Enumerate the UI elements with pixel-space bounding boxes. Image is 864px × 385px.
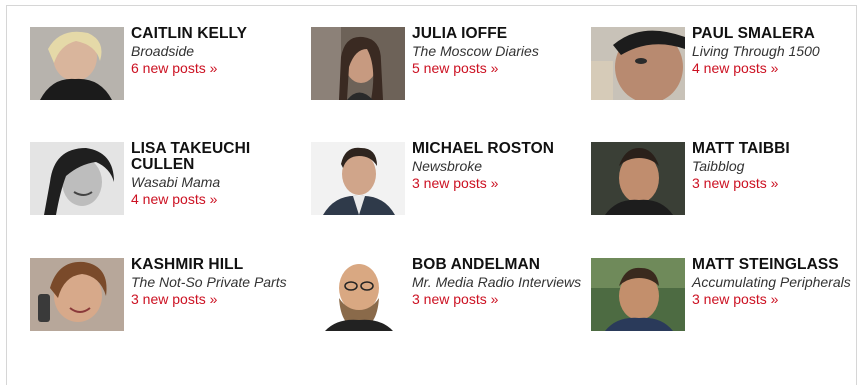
new-posts-link[interactable]: 6 new posts » bbox=[131, 60, 217, 77]
new-posts-link[interactable]: 4 new posts » bbox=[692, 60, 778, 77]
blogger-card: JULIA IOFFE The Moscow Diaries 5 new pos… bbox=[311, 26, 571, 137]
new-posts-link[interactable]: 3 new posts » bbox=[692, 175, 778, 192]
blogger-name[interactable]: MICHAEL ROSTON bbox=[412, 141, 582, 157]
blog-title[interactable]: Accumulating Peripherals bbox=[692, 274, 862, 290]
blogger-info: MICHAEL ROSTON Newsbroke 3 new posts » bbox=[412, 141, 582, 193]
new-posts-link[interactable]: 3 new posts » bbox=[412, 291, 498, 308]
blogger-card: CAITLIN KELLY Broadside 6 new posts » bbox=[30, 26, 290, 137]
blogger-name[interactable]: BOB ANDELMAN bbox=[412, 257, 582, 273]
blogger-name[interactable]: MATT TAIBBI bbox=[692, 141, 862, 157]
michael-roston-photo[interactable] bbox=[311, 142, 405, 215]
blogger-name[interactable]: PAUL SMALERA bbox=[692, 26, 862, 42]
blogger-card: MATT TAIBBI Taibblog 3 new posts » bbox=[591, 141, 851, 252]
blogger-card: LISA TAKEUCHI CULLEN Wasabi Mama 4 new p… bbox=[30, 141, 290, 252]
blogger-info: LISA TAKEUCHI CULLEN Wasabi Mama 4 new p… bbox=[131, 141, 301, 209]
blogger-info: JULIA IOFFE The Moscow Diaries 5 new pos… bbox=[412, 26, 582, 78]
bob-andelman-photo[interactable] bbox=[311, 258, 405, 331]
new-posts-link[interactable]: 3 new posts » bbox=[692, 291, 778, 308]
blogger-info: MATT STEINGLASS Accumulating Peripherals… bbox=[692, 257, 862, 309]
blogger-info: CAITLIN KELLY Broadside 6 new posts » bbox=[131, 26, 301, 78]
blogger-name[interactable]: JULIA IOFFE bbox=[412, 26, 582, 42]
blogger-card: PAUL SMALERA Living Through 1500 4 new p… bbox=[591, 26, 851, 137]
kashmir-hill-photo[interactable] bbox=[30, 258, 124, 331]
new-posts-link[interactable]: 4 new posts » bbox=[131, 191, 217, 208]
new-posts-link[interactable]: 5 new posts » bbox=[412, 60, 498, 77]
caitlin-kelly-photo[interactable] bbox=[30, 27, 124, 100]
blogger-info: BOB ANDELMAN Mr. Media Radio Interviews … bbox=[412, 257, 582, 309]
blogger-card: KASHMIR HILL The Not-So Private Parts 3 … bbox=[30, 257, 290, 368]
blog-title[interactable]: Wasabi Mama bbox=[131, 174, 301, 190]
blogger-card: MICHAEL ROSTON Newsbroke 3 new posts » bbox=[311, 141, 571, 252]
blog-title[interactable]: Mr. Media Radio Interviews bbox=[412, 274, 582, 290]
paul-smalera-photo[interactable] bbox=[591, 27, 685, 100]
blogger-name[interactable]: CAITLIN KELLY bbox=[131, 26, 301, 42]
blogger-grid: CAITLIN KELLY Broadside 6 new posts » JU… bbox=[0, 0, 864, 381]
blog-title[interactable]: The Moscow Diaries bbox=[412, 43, 582, 59]
blogger-name[interactable]: MATT STEINGLASS bbox=[692, 257, 862, 273]
lisa-takeuchi-cullen-photo[interactable] bbox=[30, 142, 124, 215]
matt-steinglass-photo[interactable] bbox=[591, 258, 685, 331]
blogger-info: MATT TAIBBI Taibblog 3 new posts » bbox=[692, 141, 862, 193]
blogger-name[interactable]: LISA TAKEUCHI CULLEN bbox=[131, 141, 301, 173]
matt-taibbi-photo[interactable] bbox=[591, 142, 685, 215]
blog-title[interactable]: The Not-So Private Parts bbox=[131, 274, 301, 290]
blogger-info: KASHMIR HILL The Not-So Private Parts 3 … bbox=[131, 257, 301, 309]
julia-ioffe-photo[interactable] bbox=[311, 27, 405, 100]
blogger-card: MATT STEINGLASS Accumulating Peripherals… bbox=[591, 257, 851, 368]
blogger-card: BOB ANDELMAN Mr. Media Radio Interviews … bbox=[311, 257, 581, 368]
blog-title[interactable]: Newsbroke bbox=[412, 158, 582, 174]
blog-title[interactable]: Living Through 1500 bbox=[692, 43, 862, 59]
blogger-name[interactable]: KASHMIR HILL bbox=[131, 257, 301, 273]
new-posts-link[interactable]: 3 new posts » bbox=[412, 175, 498, 192]
blog-title[interactable]: Broadside bbox=[131, 43, 301, 59]
blog-title[interactable]: Taibblog bbox=[692, 158, 862, 174]
blogger-info: PAUL SMALERA Living Through 1500 4 new p… bbox=[692, 26, 862, 78]
new-posts-link[interactable]: 3 new posts » bbox=[131, 291, 217, 308]
